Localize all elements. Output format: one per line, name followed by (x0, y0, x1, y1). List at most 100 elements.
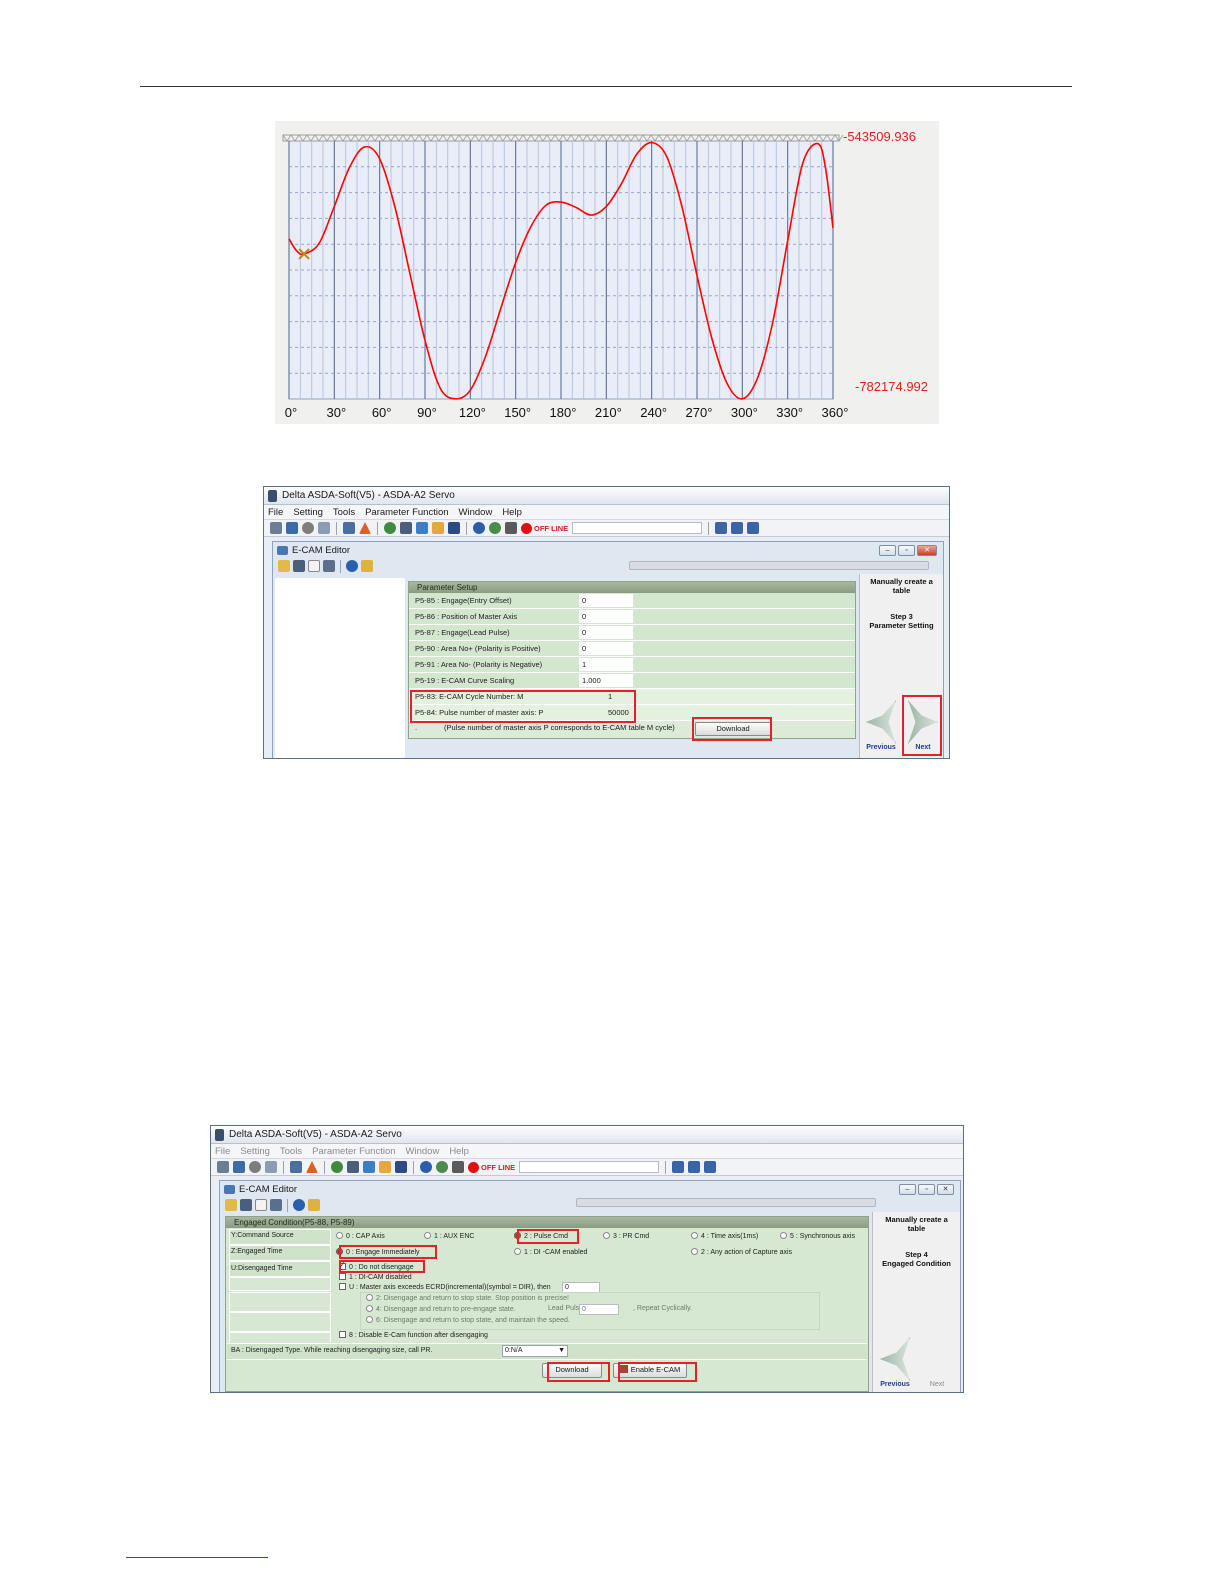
y-option-synchronous-axis[interactable]: 5 : Synchronous axis (780, 1232, 855, 1240)
open-folder-icon[interactable] (278, 560, 290, 572)
save-icon[interactable] (240, 1199, 252, 1211)
u-sub-option-2[interactable]: 2: Disengage and return to stop state. S… (366, 1294, 569, 1302)
y-option-cap-axis[interactable]: 0 : CAP Axis (336, 1232, 385, 1240)
close-button[interactable]: ✕ (917, 545, 937, 556)
jog-icon[interactable] (448, 522, 460, 534)
menu-help[interactable]: Help (502, 507, 522, 518)
system-icon[interactable] (270, 522, 282, 534)
menu-help[interactable]: Help (449, 1146, 469, 1157)
u-option-di-cam-disabled[interactable]: 1 : DI-CAM disabled (339, 1273, 412, 1281)
scope-icon[interactable] (286, 522, 298, 534)
hand-icon[interactable] (379, 1161, 391, 1173)
new-document-icon[interactable] (308, 560, 320, 572)
empty-cell (229, 1277, 331, 1291)
cascade-icon[interactable] (672, 1161, 685, 1173)
jog-icon[interactable] (395, 1161, 407, 1173)
tile-horizontal-icon[interactable] (688, 1161, 701, 1173)
u-sub-option-4[interactable]: 4: Disengage and return to pre-engage st… (366, 1305, 516, 1313)
export-icon[interactable] (270, 1199, 282, 1211)
parameter-value-field[interactable]: 1 (579, 658, 633, 671)
parameter-label: P5-19 : E-CAM Curve Scaling (415, 676, 515, 685)
menu-window[interactable]: Window (459, 507, 493, 518)
ecam-editor-titlebar: E-CAM Editor (273, 542, 943, 558)
warning-icon[interactable] (306, 1161, 318, 1173)
maximize-button[interactable]: ▫ (918, 1184, 935, 1195)
warning-icon[interactable] (359, 522, 371, 534)
info-icon[interactable] (436, 1161, 448, 1173)
next-arrow-placeholder (922, 1337, 952, 1381)
tile-vertical-icon[interactable] (747, 522, 760, 534)
parameter-value-field[interactable]: 0 (579, 594, 633, 607)
ecam-editor-title: E-CAM Editor (239, 1183, 298, 1195)
menu-setting[interactable]: Setting (293, 507, 323, 518)
minimize-button[interactable]: – (899, 1184, 916, 1195)
u-option-master-axis-exceeds[interactable]: U : Master axis exceeds ECRD(incremental… (339, 1283, 551, 1291)
tile-vertical-icon[interactable] (704, 1161, 717, 1173)
menu-tools[interactable]: Tools (280, 1146, 302, 1157)
info-icon[interactable] (489, 522, 501, 534)
export-icon[interactable] (323, 560, 335, 572)
y-option-pr-cmd[interactable]: 3 : PR Cmd (603, 1232, 649, 1240)
monitor-icon[interactable] (343, 522, 355, 534)
gear-icon[interactable] (302, 522, 314, 534)
menu-window[interactable]: Window (406, 1146, 440, 1157)
connect-icon[interactable] (452, 1161, 464, 1173)
u-option-disable-after-disengaging[interactable]: 8 : Disable E-Cam function after disenga… (339, 1331, 488, 1339)
y-option-time-axis[interactable]: 4 : Time axis(1ms) (691, 1232, 758, 1240)
lock-icon[interactable] (361, 560, 373, 572)
parameter-value-field[interactable]: 1.000 (579, 674, 633, 687)
cascade-icon[interactable] (715, 522, 728, 534)
ecam-editor-titlebar: E-CAM Editor (220, 1181, 960, 1197)
help-icon[interactable] (293, 1199, 305, 1211)
menu-bar: File Setting Tools Parameter Function Wi… (264, 505, 949, 519)
z-option-di-cam-enabled[interactable]: 1 : DI -CAM enabled (514, 1248, 587, 1256)
next-button-disabled[interactable]: Next (918, 1335, 956, 1392)
menu-setting[interactable]: Setting (240, 1146, 270, 1157)
hand-icon[interactable] (432, 522, 444, 534)
radio-icon (366, 1305, 373, 1312)
gear-icon[interactable] (249, 1161, 261, 1173)
new-document-icon[interactable] (255, 1199, 267, 1211)
previous-button[interactable]: Previous (862, 698, 900, 756)
lock-icon[interactable] (308, 1199, 320, 1211)
close-button[interactable]: ✕ (937, 1184, 954, 1195)
open-folder-icon[interactable] (225, 1199, 237, 1211)
user-icon[interactable] (265, 1161, 277, 1173)
ba-select[interactable]: 0:N/A ▼ (502, 1345, 568, 1357)
save-icon[interactable] (293, 560, 305, 572)
previous-button[interactable]: Previous (876, 1335, 914, 1392)
monitor-icon[interactable] (290, 1161, 302, 1173)
y-option-aux-enc[interactable]: 1 : AUX ENC (424, 1232, 474, 1240)
system-icon[interactable] (217, 1161, 229, 1173)
help-icon[interactable] (346, 560, 358, 572)
parameter-value-field[interactable]: 0 (579, 626, 633, 639)
tile-horizontal-icon[interactable] (731, 522, 744, 534)
user-icon[interactable] (318, 522, 330, 534)
globe-icon[interactable] (384, 522, 396, 534)
help-icon[interactable] (473, 522, 485, 534)
wizard-step-name: Parameter Setting (869, 621, 934, 630)
scope-icon[interactable] (233, 1161, 245, 1173)
lead-pulse-input[interactable]: 0 (579, 1304, 619, 1315)
parameter-value-field[interactable]: 0 (579, 610, 633, 623)
minimize-button[interactable]: – (879, 545, 896, 556)
network-icon[interactable] (416, 522, 428, 534)
connect-icon[interactable] (505, 522, 517, 534)
parameter-value-field[interactable]: 0 (579, 642, 633, 655)
chart-icon[interactable] (400, 522, 412, 534)
maximize-button[interactable]: ▫ (898, 545, 915, 556)
menu-parameter-function[interactable]: Parameter Function (312, 1146, 395, 1157)
globe-icon[interactable] (331, 1161, 343, 1173)
help-icon[interactable] (420, 1161, 432, 1173)
y-label: Y:Command Source (231, 1232, 294, 1239)
network-icon[interactable] (363, 1161, 375, 1173)
offline-dot-icon (468, 1161, 479, 1173)
z-option-capture-axis[interactable]: 2 : Any action of Capture axis (691, 1248, 792, 1256)
chart-icon[interactable] (347, 1161, 359, 1173)
menu-parameter-function[interactable]: Parameter Function (365, 507, 448, 518)
asda-soft-window-step4: Delta ASDA-Soft(V5) - ASDA-A2 Servo File… (210, 1125, 964, 1393)
menu-file[interactable]: File (215, 1146, 230, 1157)
menu-tools[interactable]: Tools (333, 507, 355, 518)
u-sub-option-6[interactable]: 6: Disengage and return to stop state, a… (366, 1316, 570, 1324)
menu-file[interactable]: File (268, 507, 283, 518)
